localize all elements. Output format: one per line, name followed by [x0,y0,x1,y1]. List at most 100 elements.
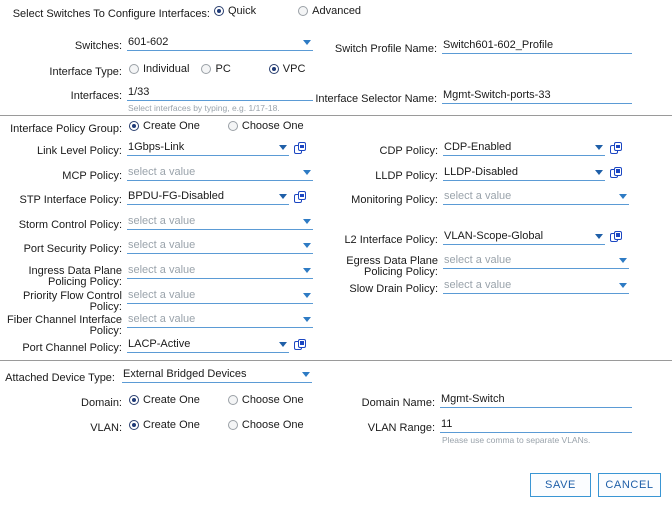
radio-mode-quick[interactable]: Quick [214,5,256,17]
cancel-button[interactable]: CANCEL [598,473,661,497]
policy-group-radio-group[interactable]: Create One Choose One [129,120,308,132]
radio-vlan-choose-one[interactable]: Choose One [227,419,304,431]
copy-icon[interactable] [610,142,622,154]
interface-selector-name-value: Mgmt-Switch-ports-33 [443,89,551,101]
policy-label: Ingress Data Plane Policing Policy: [28,265,122,288]
radio-policy-create-one[interactable]: Create One [129,120,200,132]
radio-dot [227,121,238,131]
interfaces-input[interactable]: 1/33 [127,86,313,101]
chevron-down-icon[interactable] [619,258,627,264]
policy-select[interactable]: select a value [127,215,313,230]
policy-select[interactable]: select a value [443,190,629,206]
section-divider-1 [0,115,672,116]
chevron-down-icon[interactable] [279,194,287,200]
chevron-down-icon[interactable] [303,292,311,298]
vlan-range-value: 11 [441,418,453,430]
policy-value: select a value [128,288,196,301]
chevron-down-icon[interactable] [619,283,627,288]
vlan-range-input[interactable]: 11 [440,418,632,433]
policy-label: L2 Interface Policy: [344,233,438,246]
policy-value: 1Gbps-Link [128,141,185,153]
chevron-down-icon[interactable] [595,233,603,239]
chevron-down-icon[interactable] [303,218,311,224]
policy-select[interactable]: LACP-Active [127,338,289,353]
radio-iface-pc[interactable]: PC [201,63,231,75]
policy-label: MCP Policy: [62,169,122,182]
copy-icon[interactable] [610,230,622,243]
policy-select[interactable]: select a value [443,254,629,270]
policy-select[interactable]: select a value [443,279,629,294]
radio-mode-quick-label: Quick [228,5,257,17]
policy-label: STP Interface Policy: [19,194,122,207]
policy-select[interactable]: select a value [127,313,313,329]
radio-domain-choose-one-label: Choose One [241,394,304,406]
policy-select[interactable]: BPDU-FG-Disabled [127,190,289,206]
domain-radio-group[interactable]: Create One Choose One [129,394,308,406]
chevron-down-icon[interactable] [303,243,311,249]
policy-value: VLAN-Scope-Global [444,229,544,242]
radio-dot [214,6,224,16]
policy-label: Port Security Policy: [23,243,122,256]
radio-iface-vpc[interactable]: VPC [268,63,306,75]
policy-value: select a value [128,214,196,227]
copy-icon[interactable] [610,166,622,179]
copy-icon[interactable] [294,338,306,351]
switch-profile-name-label: Switch Profile Name: [334,43,437,55]
switch-profile-name-input[interactable]: Switch601-602_Profile [442,39,632,54]
policy-select[interactable]: VLAN-Scope-Global [443,230,605,245]
radio-iface-vpc-label: VPC [282,63,306,75]
interface-selector-name-label: Interface Selector Name: [315,93,437,105]
interface-selector-name-input[interactable]: Mgmt-Switch-ports-33 [442,89,632,104]
chevron-down-icon[interactable] [619,194,627,200]
radio-iface-individual[interactable]: Individual [129,63,189,75]
chevron-down-icon[interactable] [303,169,311,175]
policy-value: select a value [444,190,512,203]
switches-select[interactable]: 601-602 [127,36,313,51]
radio-dot [129,420,139,430]
chevron-down-icon[interactable] [302,372,310,377]
policy-select[interactable]: 1Gbps-Link [127,141,289,156]
radio-mode-advanced[interactable]: Advanced [298,5,361,17]
interface-type-label: Interface Type: [49,66,122,78]
radio-dot [129,121,139,131]
interface-type-radio-group[interactable]: Individual PC VPC [129,63,309,75]
policy-select[interactable]: select a value [127,239,313,255]
policy-value: select a value [444,254,512,267]
chevron-down-icon[interactable] [279,341,287,347]
radio-policy-choose-one-label: Choose One [241,120,304,132]
radio-policy-choose-one[interactable]: Choose One [227,120,304,132]
chevron-down-icon[interactable] [303,317,311,323]
policy-select[interactable]: LLDP-Disabled [443,166,605,181]
mode-radio-group[interactable]: Quick Advanced [214,5,365,17]
vlan-label: VLAN: [90,422,122,434]
chevron-down-icon[interactable] [279,145,287,150]
chevron-down-icon[interactable] [303,268,311,273]
domain-name-input[interactable]: Mgmt-Switch [440,393,632,408]
chevron-down-icon[interactable] [595,169,603,175]
policy-value: select a value [128,264,196,276]
radio-iface-pc-label: PC [215,63,231,75]
radio-vlan-create-one[interactable]: Create One [129,419,200,431]
radio-dot [227,395,238,405]
policy-select[interactable]: select a value [127,289,313,304]
chevron-down-icon[interactable] [303,40,311,45]
radio-dot [129,64,139,74]
policy-select[interactable]: CDP-Enabled [443,141,605,156]
radio-domain-choose-one[interactable]: Choose One [227,394,304,406]
policy-select[interactable]: select a value [127,166,313,181]
chevron-down-icon[interactable] [595,145,603,150]
save-button[interactable]: SAVE [530,473,591,497]
radio-mode-advanced-label: Advanced [312,5,362,17]
copy-icon[interactable] [294,142,306,154]
attached-device-type-select[interactable]: External Bridged Devices [122,368,312,383]
policy-value: select a value [128,239,196,252]
radio-policy-create-one-label: Create One [143,120,200,132]
radio-dot [129,395,139,405]
vlan-radio-group[interactable]: Create One Choose One [129,419,308,431]
interfaces-hint: Select interfaces by typing, e.g. 1/17-1… [128,103,280,113]
policy-value: select a value [444,279,512,291]
copy-icon[interactable] [294,191,306,203]
radio-dot [298,6,309,16]
radio-domain-create-one[interactable]: Create One [129,394,200,406]
policy-select[interactable]: select a value [127,264,313,279]
